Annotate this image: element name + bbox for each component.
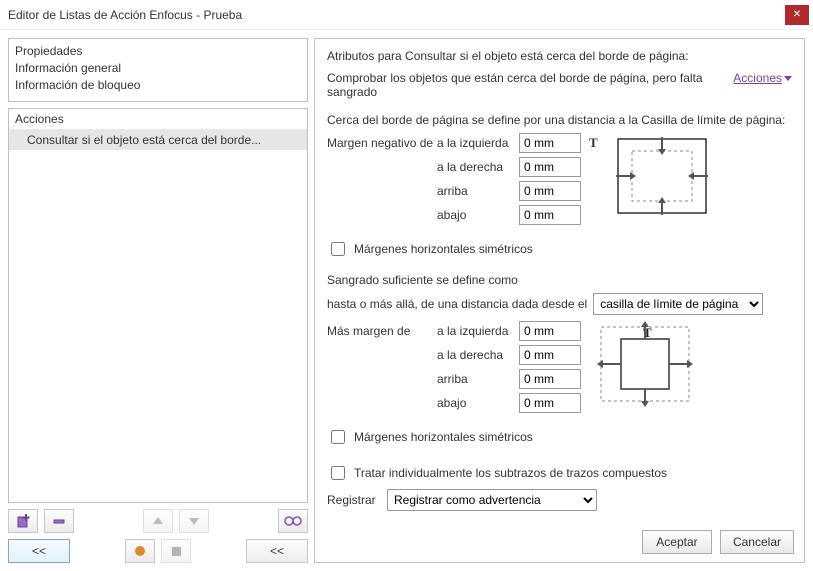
ok-button[interactable]: Aceptar bbox=[642, 530, 712, 554]
close-button[interactable]: ✕ bbox=[785, 5, 809, 25]
margin-top-label2: arriba bbox=[437, 372, 519, 386]
back-label: << bbox=[270, 544, 284, 558]
properties-item[interactable]: Información general bbox=[15, 60, 301, 77]
back-button-2[interactable]: << bbox=[246, 539, 308, 563]
log-select[interactable]: Registrar como advertencia bbox=[387, 489, 597, 511]
more-margin-bottom-input[interactable] bbox=[519, 393, 581, 413]
inspect-icon bbox=[284, 515, 302, 527]
treat-individually-checkbox[interactable] bbox=[331, 466, 345, 480]
margin-left-label: a la izquierda bbox=[437, 136, 519, 150]
margin-diagram-2: T bbox=[595, 321, 715, 419]
actions-link-label: Acciones bbox=[733, 71, 782, 85]
actions-header: Acciones bbox=[9, 109, 307, 130]
box-select[interactable]: casilla de límite de página bbox=[593, 293, 763, 315]
more-margin-left-input[interactable] bbox=[519, 321, 581, 341]
properties-item[interactable]: Información de bloqueo bbox=[15, 77, 301, 94]
neg-margin-bottom-input[interactable] bbox=[519, 205, 581, 225]
properties-header: Propiedades bbox=[15, 43, 301, 60]
margin-left-label2: a la izquierda bbox=[437, 324, 519, 338]
more-margin-right-input[interactable] bbox=[519, 345, 581, 365]
section-2b-prefix: hasta o más allá, de una distancia dada … bbox=[327, 297, 587, 311]
stop-icon bbox=[172, 547, 181, 556]
remove-action-button[interactable] bbox=[44, 509, 74, 533]
actions-dropdown-link[interactable]: Acciones bbox=[733, 71, 792, 85]
stop-button[interactable] bbox=[161, 539, 191, 563]
neg-margin-right-input[interactable] bbox=[519, 157, 581, 177]
add-action-icon bbox=[16, 514, 30, 528]
move-up-button[interactable] bbox=[143, 509, 173, 533]
margin-bottom-label: abajo bbox=[437, 208, 519, 222]
attributes-panel: Atributos para Consultar si el objeto es… bbox=[314, 38, 805, 563]
sym-h-margins-2-label: Márgenes horizontales simétricos bbox=[354, 430, 533, 444]
cancel-label: Cancelar bbox=[733, 535, 781, 549]
properties-panel: Propiedades Información general Informac… bbox=[8, 38, 308, 102]
more-margin-lead: Más margen de bbox=[327, 324, 437, 338]
remove-action-icon bbox=[52, 514, 66, 528]
back-button[interactable]: << bbox=[8, 539, 70, 563]
attributes-description: Comprobar los objetos que están cerca de… bbox=[327, 71, 725, 99]
move-down-button[interactable] bbox=[179, 509, 209, 533]
t-marker: T bbox=[589, 135, 598, 151]
record-icon bbox=[135, 546, 145, 556]
sym-h-margins-1-checkbox[interactable] bbox=[331, 242, 345, 256]
back-label: << bbox=[32, 544, 46, 558]
section-2a-text: Sangrado suficiente se define como bbox=[327, 273, 792, 287]
log-label: Registrar bbox=[327, 493, 381, 507]
add-action-button[interactable] bbox=[8, 509, 38, 533]
margin-right-label: a la derecha bbox=[437, 160, 519, 174]
sym-h-margins-1-label: Márgenes horizontales simétricos bbox=[354, 242, 533, 256]
move-down-icon bbox=[188, 515, 200, 527]
chevron-down-icon bbox=[784, 76, 792, 81]
window-title: Editor de Listas de Acción Enfocus - Pru… bbox=[8, 8, 785, 22]
margin-top-label: arriba bbox=[437, 184, 519, 198]
actions-panel: Acciones Consultar si el objeto está cer… bbox=[8, 108, 308, 503]
move-up-icon bbox=[152, 515, 164, 527]
margin-right-label2: a la derecha bbox=[437, 348, 519, 362]
more-margin-top-input[interactable] bbox=[519, 369, 581, 389]
neg-margin-lead: Margen negativo de bbox=[327, 136, 437, 150]
ok-label: Aceptar bbox=[656, 535, 697, 549]
cancel-button[interactable]: Cancelar bbox=[720, 530, 794, 554]
treat-individually-label: Tratar individualmente los subtrazos de … bbox=[354, 466, 667, 480]
inspect-button[interactable] bbox=[278, 509, 308, 533]
section-1-text: Cerca del borde de página se define por … bbox=[327, 113, 792, 127]
action-item[interactable]: Consultar si el objeto está cerca del bo… bbox=[9, 130, 307, 150]
margin-bottom-label2: abajo bbox=[437, 396, 519, 410]
neg-margin-top-input[interactable] bbox=[519, 181, 581, 201]
attributes-title: Atributos para Consultar si el objeto es… bbox=[327, 49, 792, 63]
margin-diagram-1 bbox=[612, 133, 732, 231]
sym-h-margins-2-checkbox[interactable] bbox=[331, 430, 345, 444]
neg-margin-left-input[interactable] bbox=[519, 133, 581, 153]
record-button[interactable] bbox=[125, 539, 155, 563]
actions-list[interactable]: Consultar si el objeto está cerca del bo… bbox=[9, 130, 307, 502]
